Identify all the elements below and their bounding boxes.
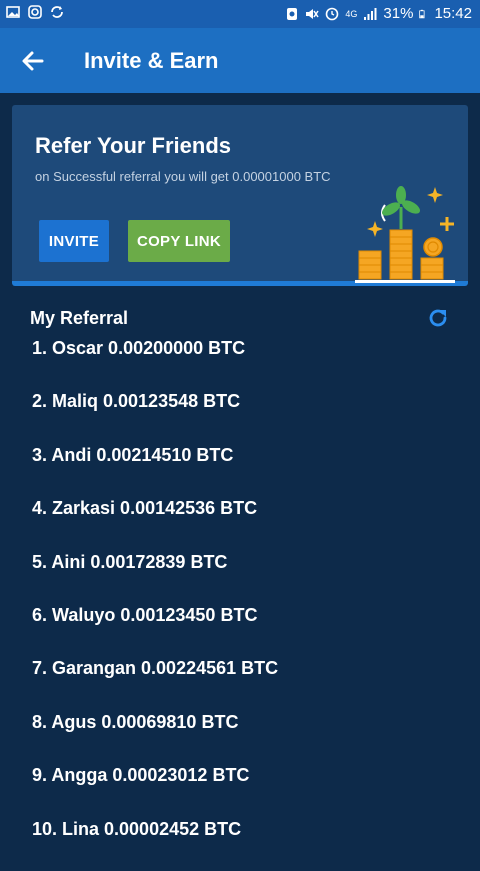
list-item: 5. Aini 0.00172839 BTC (32, 551, 228, 572)
referral-heading: My Referral (30, 308, 129, 328)
invite-button[interactable]: INVITE (39, 220, 109, 262)
refer-title: Refer Your Friends (35, 133, 232, 158)
mute-icon (306, 9, 320, 19)
list-item: 1. Oscar 0.00200000 BTC (32, 338, 246, 358)
money-plant-coins-icon (355, 186, 455, 283)
referral-list: 1. Oscar 0.00200000 BTC 2. Maliq 0.00123… (32, 337, 278, 871)
sync-icon (51, 6, 63, 18)
list-item: 6. Waluyo 0.00123450 BTC (32, 604, 258, 625)
status-bar: 4G 31% 15:42 (0, 0, 480, 28)
signal-icon (364, 8, 377, 20)
list-item: 2. Maliq 0.00123548 BTC (32, 391, 241, 412)
clock-icon (326, 7, 339, 21)
list-item: 3. Andi 0.00214510 BTC (32, 444, 234, 465)
list-item: 9. Angga 0.00023012 BTC (32, 765, 250, 786)
arrow-left-icon[interactable] (18, 46, 48, 76)
copy-link-button[interactable]: COPY LINK (128, 220, 230, 262)
refresh-icon[interactable] (426, 306, 450, 330)
list-item: 7. Garangan 0.00224561 BTC (32, 658, 279, 679)
battery-percent: 31% (383, 5, 414, 22)
page-title: Invite & Earn (84, 48, 219, 73)
list-item: 8. Agus 0.00069810 BTC (32, 711, 239, 732)
list-item: 4. Zarkasi 0.00142536 BTC (32, 498, 258, 519)
app-bar: Invite & Earn (0, 28, 480, 93)
refer-description: on Successful referral you will get 0.00… (35, 169, 331, 184)
refer-card: Refer Your Friends on Successful referra… (12, 105, 468, 286)
network-type: 4G (345, 9, 358, 19)
alarm-icon (287, 8, 298, 20)
instagram-icon (28, 5, 42, 19)
status-time: 15:42 (434, 5, 472, 22)
list-item: 10. Lina 0.00002452 BTC (32, 818, 242, 839)
battery-icon (419, 9, 425, 19)
image-icon (6, 6, 20, 18)
